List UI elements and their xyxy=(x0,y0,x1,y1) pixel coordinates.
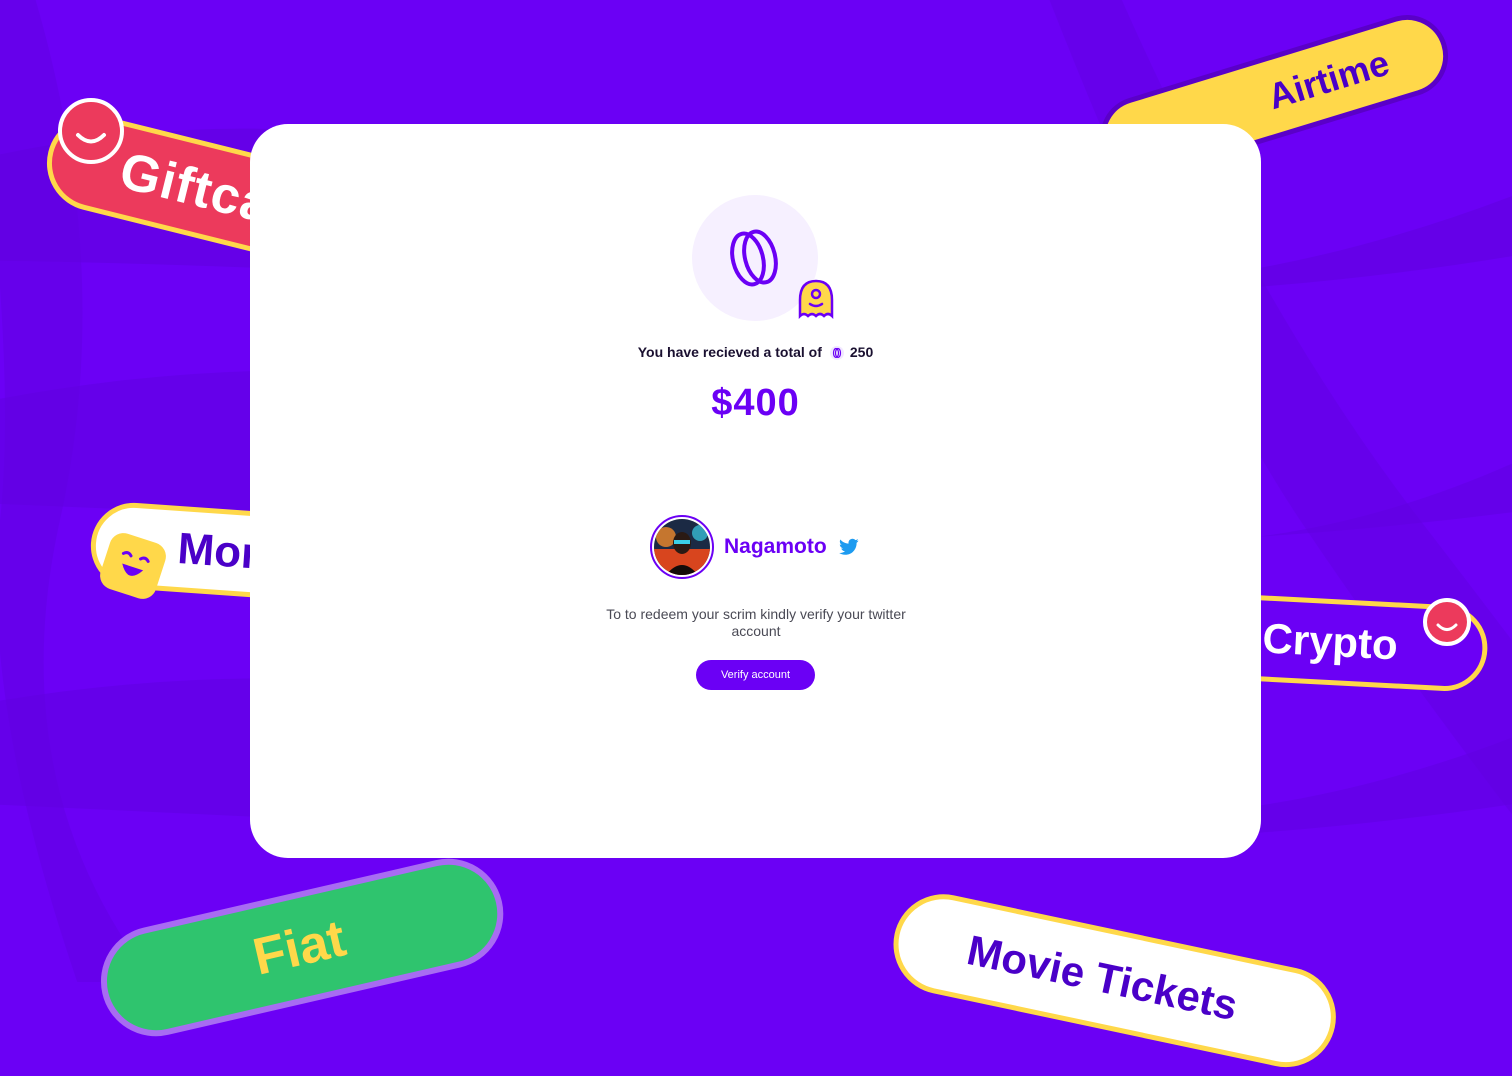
smile-icon xyxy=(58,98,124,164)
total-scrim-value: 250 xyxy=(849,344,874,360)
total-received-text: You have recieved a total of 250 xyxy=(250,344,1261,361)
dollar-amount: $400 xyxy=(711,382,800,424)
verify-instruction: To to redeem your scrim kindly verify yo… xyxy=(606,606,906,639)
airtime-label: Airtime xyxy=(1263,41,1394,118)
avatar xyxy=(650,515,714,579)
username: Nagamoto xyxy=(724,535,827,558)
user-profile: Nagamoto xyxy=(650,515,859,579)
total-prefix: You have recieved a total of xyxy=(637,344,822,360)
smile-icon xyxy=(1423,598,1471,646)
scrim-logo-icon xyxy=(730,229,778,287)
verify-account-button[interactable]: Verify account xyxy=(696,660,815,690)
twitter-icon xyxy=(838,538,859,555)
redeem-card: You have recieved a total of 250 $400 Na… xyxy=(250,124,1261,858)
scrim-coin-icon xyxy=(829,346,844,361)
crypto-label: Crypto xyxy=(1261,614,1400,669)
ghost-mascot-icon xyxy=(798,279,834,320)
fiat-label: Fiat xyxy=(247,909,351,987)
